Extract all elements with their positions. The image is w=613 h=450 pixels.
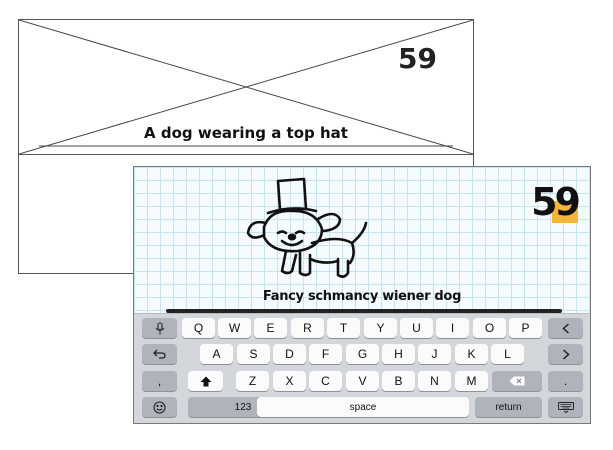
key-g[interactable]: G — [346, 344, 379, 364]
shift-key[interactable] — [188, 371, 223, 391]
key-n[interactable]: N — [418, 371, 451, 391]
wireframe-caption: A dog wearing a top hat — [144, 124, 348, 142]
microphone-icon — [155, 321, 164, 334]
smiley-icon — [153, 400, 166, 414]
arrow-left-key[interactable] — [548, 318, 583, 338]
keyboard-dismiss-key[interactable] — [548, 397, 583, 417]
chevron-left-icon — [561, 322, 569, 334]
key-r[interactable]: R — [291, 318, 324, 338]
key-w[interactable]: W — [218, 318, 251, 338]
return-key[interactable]: return — [475, 397, 542, 417]
undo-key[interactable] — [142, 344, 177, 364]
key-s[interactable]: S — [237, 344, 270, 364]
keyboard-row-3: , Z X C V B N M . — [134, 371, 590, 392]
key-k[interactable]: K — [455, 344, 488, 364]
dog-drawing — [246, 177, 368, 278]
comma-key[interactable]: , — [142, 371, 177, 391]
shift-arrow-icon — [200, 376, 211, 386]
key-v[interactable]: V — [346, 371, 379, 391]
key-o[interactable]: O — [473, 318, 506, 338]
key-a[interactable]: A — [200, 344, 233, 364]
period-key[interactable]: . — [548, 371, 583, 391]
key-t[interactable]: T — [327, 318, 360, 338]
microphone-key[interactable] — [142, 318, 177, 338]
key-f[interactable]: F — [309, 344, 342, 364]
game-caption: Fancy schmancy wiener dog — [262, 289, 462, 304]
game-area: 59 Fancy schmancy wiener dog — [134, 167, 590, 313]
key-p[interactable]: P — [509, 318, 542, 338]
space-bar[interactable]: space — [257, 397, 469, 417]
wireframe-score: 59 — [398, 42, 437, 75]
key-j[interactable]: J — [418, 344, 451, 364]
key-u[interactable]: U — [400, 318, 433, 338]
key-y[interactable]: Y — [364, 318, 397, 338]
device-screen: 59 Fancy schmancy wiener dog Q W E R T Y… — [133, 166, 591, 424]
keyboard-row-2: A S D F G H J K L — [134, 344, 590, 365]
key-c[interactable]: C — [309, 371, 342, 391]
delete-key[interactable] — [492, 371, 542, 391]
onscreen-keyboard: Q W E R T Y U I O P A S D F G H J K L , … — [134, 313, 590, 423]
emoji-key[interactable] — [142, 397, 177, 417]
arrow-right-key[interactable] — [548, 344, 583, 364]
keyboard-row-1: Q W E R T Y U I O P — [134, 318, 590, 339]
keyboard-row-4: 123 space return — [134, 397, 590, 418]
undo-icon — [153, 349, 166, 359]
key-l[interactable]: L — [491, 344, 524, 364]
wireframe-divider — [19, 154, 473, 155]
key-q[interactable]: Q — [182, 318, 215, 338]
key-d[interactable]: D — [273, 344, 306, 364]
key-x[interactable]: X — [273, 371, 306, 391]
game-score: 59 — [531, 180, 581, 224]
key-z[interactable]: Z — [236, 371, 269, 391]
key-i[interactable]: I — [436, 318, 469, 338]
key-e[interactable]: E — [254, 318, 287, 338]
chevron-right-icon — [562, 348, 570, 360]
key-m[interactable]: M — [455, 371, 488, 391]
backspace-icon — [509, 376, 525, 386]
key-h[interactable]: H — [382, 344, 415, 364]
keyboard-icon — [557, 401, 574, 413]
key-b[interactable]: B — [382, 371, 415, 391]
